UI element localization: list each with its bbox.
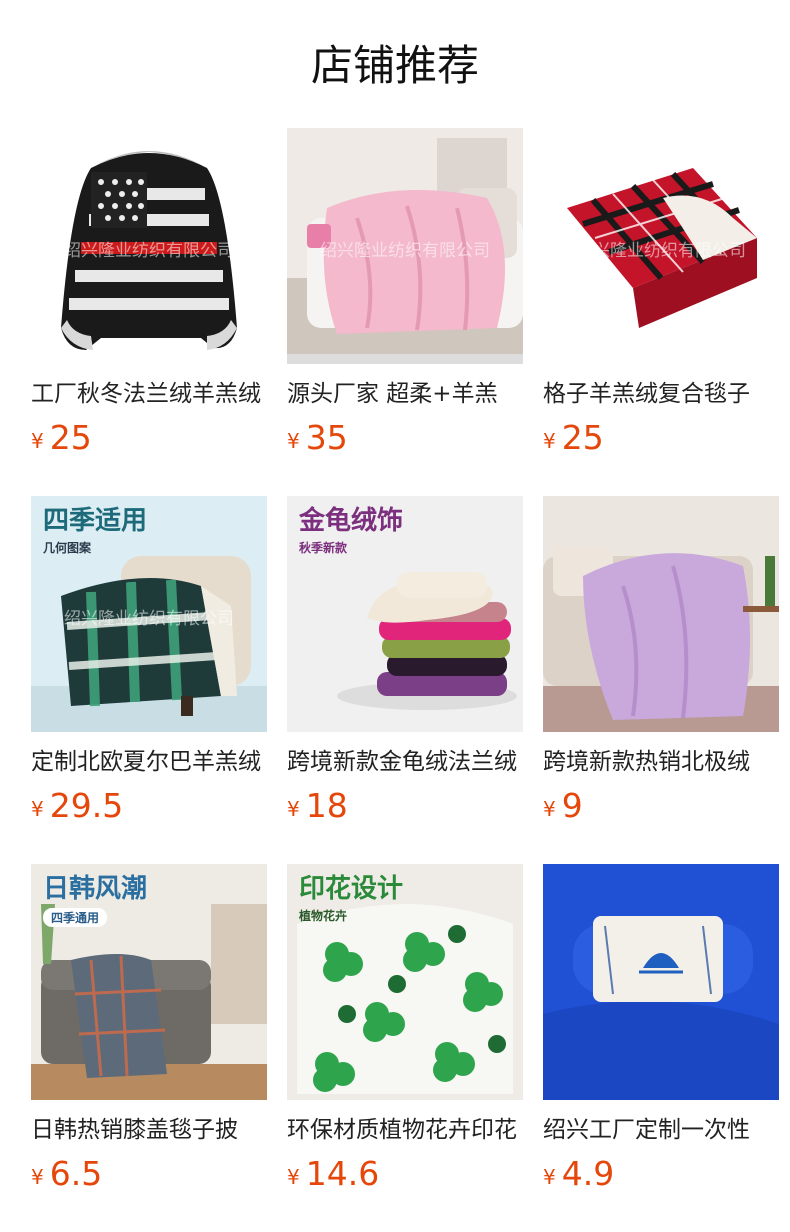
product-image-red-plaid-blanket[interactable]: 绍兴隆业纺织有限公司	[543, 128, 779, 364]
price-amount: 35	[305, 418, 348, 457]
product-name[interactable]: 日韩热销膝盖毯子披	[31, 1114, 267, 1146]
product-card[interactable]: 跨境新款热销北极绒 ¥9	[543, 496, 779, 826]
currency-symbol: ¥	[31, 797, 44, 821]
product-price: ¥25	[543, 418, 779, 458]
price-amount: 29.5	[49, 786, 124, 825]
product-name[interactable]: 跨境新款热销北极绒	[543, 746, 779, 778]
product-name[interactable]: 定制北欧夏尔巴羊羔绒	[31, 746, 267, 778]
product-name[interactable]: 跨境新款金龟绒法兰绒	[287, 746, 523, 778]
product-card[interactable]: 绍兴隆业纺织有限公司 格子羊羔绒复合毯子 ¥25	[543, 128, 779, 458]
store-recommendations-page: 店铺推荐 绍兴隆业纺织有限公司 工厂秋冬法兰绒羊羔绒 ¥ 25 绍兴隆业纺织有限…	[0, 0, 790, 1232]
image-tag-subtitle: 四季通用	[43, 908, 108, 927]
image-tag-title: 四季适用	[43, 506, 148, 536]
product-image-stacked-blankets[interactable]: 金龟绒饰 秋季新款	[287, 496, 523, 732]
watermark-text: 绍兴隆业纺织有限公司	[320, 241, 490, 261]
image-tag-title: 印花设计	[299, 874, 404, 904]
product-card[interactable]: 绍兴隆业纺织有限公司 源头厂家 超柔+羊羔 ¥35	[287, 128, 523, 458]
currency-symbol: ¥	[287, 1165, 300, 1189]
product-image-lilac-blanket-sofa[interactable]	[543, 496, 779, 732]
product-card[interactable]: 四季适用 几何图案 绍兴隆业纺织有限公司 定制北欧夏尔巴羊羔绒 ¥29.5	[31, 496, 267, 826]
product-name[interactable]: 格子羊羔绒复合毯子	[543, 378, 779, 410]
product-image-clover-print-blanket[interactable]: 印花设计 植物花卉	[287, 864, 523, 1100]
image-tag-subtitle: 秋季新款	[299, 541, 348, 555]
product-name[interactable]: 工厂秋冬法兰绒羊羔绒	[31, 378, 267, 410]
price-amount: 18	[305, 786, 348, 825]
product-image-green-plaid-chair[interactable]: 四季适用 几何图案 绍兴隆业纺织有限公司	[31, 496, 267, 732]
product-card[interactable]: 绍兴隆业纺织有限公司 工厂秋冬法兰绒羊羔绒 ¥25	[31, 128, 267, 458]
currency-symbol: ¥	[31, 1165, 44, 1189]
watermark-text: 绍兴隆业纺织有限公司	[64, 609, 234, 629]
product-image-plaid-blanket-livingroom[interactable]: 日韩风潮 四季通用	[31, 864, 267, 1100]
price-amount: 4.9	[561, 1154, 615, 1193]
product-name[interactable]: 绍兴工厂定制一次性	[543, 1114, 779, 1146]
product-name[interactable]: 源头厂家 超柔+羊羔	[287, 378, 523, 410]
product-price: ¥9	[543, 786, 779, 826]
product-image-blue-fleece-roll[interactable]	[543, 864, 779, 1100]
product-card[interactable]: 日韩风潮 四季通用 日韩热销膝盖毯子披 ¥6.5	[31, 864, 267, 1194]
watermark-text: 绍兴隆业纺织有限公司	[576, 241, 746, 261]
product-price: ¥35	[287, 418, 523, 458]
price-amount: 25	[49, 418, 92, 457]
product-image-hooded-flag-blanket[interactable]: 绍兴隆业纺织有限公司	[31, 128, 267, 364]
currency-symbol: ¥	[287, 797, 300, 821]
image-tag-title: 金龟绒饰	[299, 506, 404, 536]
product-price: ¥6.5	[31, 1154, 267, 1194]
product-card[interactable]: 印花设计 植物花卉 环保材质植物花卉印花 ¥14.6	[287, 864, 523, 1194]
image-tag-subtitle: 植物花卉	[299, 909, 348, 923]
price-amount: 9	[561, 786, 583, 825]
image-tag-title: 日韩风潮	[43, 874, 148, 904]
product-image-pink-blanket-sofa[interactable]: 绍兴隆业纺织有限公司	[287, 128, 523, 364]
image-tag-subtitle: 几何图案	[43, 541, 92, 555]
price-amount: 14.6	[305, 1154, 380, 1193]
product-price: ¥4.9	[543, 1154, 779, 1194]
currency-symbol: ¥	[543, 797, 556, 821]
price-amount: 6.5	[49, 1154, 103, 1193]
page-title: 店铺推荐	[310, 41, 479, 90]
product-card[interactable]: 金龟绒饰 秋季新款 跨境新款金龟绒法兰绒 ¥18	[287, 496, 523, 826]
product-price: ¥29.5	[31, 786, 267, 826]
product-card[interactable]: 绍兴工厂定制一次性 ¥4.9	[543, 864, 779, 1194]
product-price: ¥25	[31, 418, 267, 458]
product-price: ¥14.6	[287, 1154, 523, 1194]
currency-symbol: ¥	[543, 1165, 556, 1189]
price-amount: 25	[561, 418, 604, 457]
currency-symbol: ¥	[543, 429, 556, 453]
currency-symbol: ¥	[31, 429, 44, 453]
product-price: ¥18	[287, 786, 523, 826]
product-name[interactable]: 环保材质植物花卉印花	[287, 1114, 523, 1146]
currency-symbol: ¥	[287, 429, 300, 453]
watermark-text: 绍兴隆业纺织有限公司	[64, 241, 234, 261]
